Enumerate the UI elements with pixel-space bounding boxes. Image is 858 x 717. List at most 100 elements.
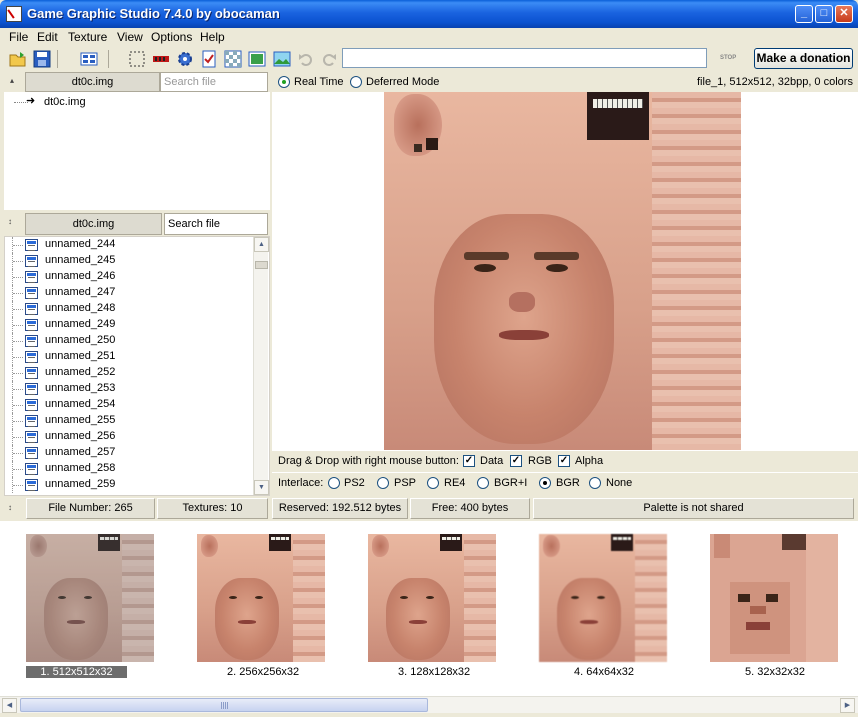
interlace-bar: Interlace: PS2 PSP RE4 BGR+I BGR None <box>272 472 858 494</box>
undo-icon[interactable] <box>297 50 315 68</box>
top-pane-tab[interactable]: dt0c.img <box>25 72 160 92</box>
tree-connector <box>13 453 23 454</box>
command-input[interactable] <box>342 48 707 68</box>
file-list-item[interactable]: unnamed_249 <box>6 317 254 333</box>
tree-item-dt0c[interactable]: dt0c.img <box>44 96 86 108</box>
view-grid-icon[interactable] <box>80 50 98 68</box>
file-list-item[interactable]: unnamed_258 <box>6 461 254 477</box>
file-list-item[interactable]: unnamed_250 <box>6 333 254 349</box>
interlace-bgri-radio[interactable] <box>477 477 489 489</box>
ear-region <box>714 534 730 558</box>
file-list-item[interactable]: unnamed_257 <box>6 445 254 461</box>
file-name: unnamed_257 <box>45 446 116 458</box>
scroll-down-icon[interactable]: ▼ <box>254 480 269 495</box>
texture-file-icon <box>25 415 38 427</box>
thumbnail-2-label: 2. 256x256x32 <box>227 666 300 678</box>
redo-icon[interactable] <box>320 50 338 68</box>
real-time-radio[interactable] <box>278 76 290 88</box>
scroll-thumb[interactable] <box>20 698 428 712</box>
file-list-item[interactable]: unnamed_259 <box>6 477 254 493</box>
interlace-psp-radio[interactable] <box>377 477 389 489</box>
file-list-item[interactable]: unnamed_252 <box>6 365 254 381</box>
menu-edit[interactable]: Edit <box>37 30 58 44</box>
checker-icon[interactable] <box>224 50 242 68</box>
texture-detail <box>426 138 438 150</box>
file-list-item[interactable]: unnamed_248 <box>6 301 254 317</box>
tree-connector <box>13 341 23 342</box>
list-search-input[interactable]: Search file <box>164 213 268 235</box>
menu-view[interactable]: View <box>117 30 143 44</box>
file-list-item[interactable]: unnamed_255 <box>6 413 254 429</box>
menu-options[interactable]: Options <box>151 30 192 44</box>
status-expand-icon[interactable]: ↕ <box>8 503 12 512</box>
file-list-item[interactable]: unnamed_245 <box>6 253 254 269</box>
texture-file-icon <box>25 431 38 443</box>
open-folder-icon[interactable] <box>9 50 27 68</box>
file-list-item[interactable]: unnamed_256 <box>6 429 254 445</box>
title-bar[interactable]: Game Graphic Studio 7.4.0 by obocaman _ … <box>0 0 858 28</box>
texture-preview[interactable] <box>384 92 741 450</box>
select-rect-icon[interactable] <box>128 50 146 68</box>
file-list-item[interactable]: unnamed_246 <box>6 269 254 285</box>
menu-texture[interactable]: Texture <box>68 30 107 44</box>
menu-help[interactable]: Help <box>200 30 225 44</box>
save-icon[interactable] <box>33 50 51 68</box>
file-list-item[interactable]: unnamed_251 <box>6 349 254 365</box>
file-name: unnamed_248 <box>45 302 116 314</box>
interlace-re4-radio[interactable] <box>427 477 439 489</box>
app-icon <box>6 6 22 22</box>
close-button[interactable]: ✕ <box>835 5 853 23</box>
interlace-none-radio[interactable] <box>589 477 601 489</box>
list-pane-tab[interactable]: dt0c.img <box>25 213 162 235</box>
nose <box>750 606 766 614</box>
tree-panel: ➜ dt0c.img <box>4 92 270 210</box>
eye-right <box>597 596 605 599</box>
rgb-checkbox[interactable]: ✓ <box>510 455 522 467</box>
data-checkbox[interactable]: ✓ <box>463 455 475 467</box>
image-fit-icon[interactable] <box>248 50 266 68</box>
eye-right <box>766 594 778 602</box>
thumbnail-1[interactable] <box>26 534 154 662</box>
file-list-item[interactable]: unnamed_253 <box>6 381 254 397</box>
thumbnail-5-label: 5. 32x32x32 <box>745 666 805 678</box>
stop-button[interactable]: STOP <box>720 55 736 61</box>
file-list-item[interactable]: unnamed_254 <box>6 397 254 413</box>
scroll-right-icon[interactable]: ▶ <box>840 698 855 713</box>
file-list-scrollbar[interactable]: ▲ ▼ <box>253 237 269 495</box>
checklist-icon[interactable] <box>200 50 218 68</box>
interlace-label: Interlace: <box>278 477 324 489</box>
interlace-bgr-radio[interactable] <box>539 477 551 489</box>
palette-bar-icon[interactable] <box>152 50 170 68</box>
scroll-left-icon[interactable]: ◀ <box>2 698 17 713</box>
gear-icon[interactable] <box>176 50 194 68</box>
top-pane-collapse-icon[interactable]: ▴ <box>10 76 14 85</box>
drag-drop-label: Drag & Drop with right mouse button: <box>278 455 459 467</box>
image-landscape-icon[interactable] <box>273 50 291 68</box>
alpha-checkbox-label: Alpha <box>575 455 604 467</box>
file-list-item[interactable]: unnamed_247 <box>6 285 254 301</box>
scroll-up-icon[interactable]: ▲ <box>254 237 269 252</box>
list-pane-expand-icon[interactable]: ↕ <box>8 217 12 226</box>
scroll-thumb[interactable] <box>255 261 268 269</box>
donate-button[interactable]: Make a donation <box>754 48 853 69</box>
deferred-mode-radio[interactable] <box>350 76 362 88</box>
interlace-none-label: None <box>606 477 633 489</box>
thumbnail-3[interactable] <box>368 534 496 662</box>
minimize-button[interactable]: _ <box>795 5 813 23</box>
tree-connector <box>13 421 23 422</box>
tree-connector <box>13 373 23 374</box>
thumbnail-5[interactable] <box>710 534 838 662</box>
file-list-item[interactable]: unnamed_244 <box>6 237 254 253</box>
interlace-ps2-radio[interactable] <box>328 477 340 489</box>
menu-file[interactable]: File <box>9 30 28 44</box>
thumbnail-4[interactable] <box>539 534 667 662</box>
toolbar-separator <box>57 50 58 68</box>
thumbnail-2[interactable] <box>197 534 325 662</box>
thumbnails-scrollbar[interactable]: ◀ ▶ <box>0 696 858 713</box>
alpha-checkbox[interactable]: ✓ <box>558 455 570 467</box>
tree-connector <box>13 469 23 470</box>
top-search-input[interactable]: Search file <box>160 72 268 92</box>
maximize-button[interactable]: □ <box>815 5 833 23</box>
deferred-mode-label: Deferred Mode <box>366 76 440 88</box>
face-region <box>434 214 614 444</box>
